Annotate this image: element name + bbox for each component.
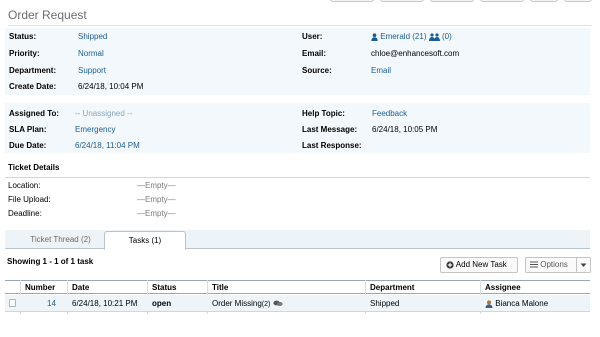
task-number[interactable]: 14 (47, 295, 56, 312)
options-button[interactable]: Options (525, 257, 591, 273)
add-new-task-button[interactable]: Add New Task (440, 257, 518, 273)
sla-plan-label: SLA Plan: (9, 125, 47, 134)
toolbar-button-2[interactable] (380, 0, 424, 2)
column-status[interactable]: Status (152, 281, 176, 295)
email-label: Email: (302, 49, 327, 58)
last-response-label: Last Response: (302, 141, 362, 150)
due-date-label: Due Date: (9, 141, 47, 150)
email-value: chloe@enhancesoft.com (371, 49, 460, 58)
title-divider (8, 25, 592, 26)
location-value: —Empty— (137, 181, 176, 190)
assigned-to-value[interactable]: -- Unassigned -- (75, 108, 132, 120)
deadline-label: Deadline: (8, 209, 42, 218)
status-label: Status: (9, 32, 37, 41)
tasks-table-header: Number Date Status Title Department Assi… (5, 280, 590, 294)
department-value[interactable]: Support (78, 65, 106, 77)
location-label: Location: (8, 181, 41, 190)
toolbar-button-4[interactable] (480, 0, 524, 2)
file-upload-label: File Upload: (8, 195, 51, 204)
create-date-value: 6/24/18, 10:04 PM (78, 82, 144, 91)
tab-ticket-thread[interactable]: Ticket Thread (2) (19, 231, 102, 249)
task-count-summary: Showing 1 - 1 of 1 task (7, 257, 94, 266)
task-title-text[interactable]: Order Missing (212, 299, 262, 308)
user-label: User: (302, 32, 323, 41)
column-assignee[interactable]: Assignee (485, 281, 521, 295)
options-separator (576, 258, 577, 272)
page-title: Order Request (8, 8, 87, 22)
collaborator-count[interactable]: (0) (442, 32, 452, 41)
due-date-value[interactable]: 6/24/18, 11:04 PM (75, 140, 140, 152)
department-label: Department: (9, 66, 57, 75)
toolbar-button-5[interactable] (530, 0, 558, 2)
options-label: Options (540, 260, 568, 269)
help-topic-value[interactable]: Feedback (372, 108, 407, 120)
task-date: 6/24/18, 10:21 PM (72, 299, 138, 308)
toolbar-button-3[interactable] (430, 0, 474, 2)
comments-icon (272, 299, 283, 308)
ticket-details-divider (5, 177, 590, 178)
create-date-label: Create Date: (9, 82, 57, 91)
toolbar-button-1[interactable] (330, 0, 374, 2)
user-value[interactable]: Emerald (21) (0) (371, 31, 452, 43)
assigned-to-label: Assigned To: (9, 109, 60, 118)
ticket-details-heading: Ticket Details (8, 163, 60, 172)
tab-tasks[interactable]: Tasks (1) (104, 231, 186, 250)
file-upload-value: —Empty— (137, 195, 176, 204)
priority-label: Priority: (9, 49, 40, 58)
task-department: Shipped (370, 299, 400, 308)
list-icon (530, 260, 538, 269)
task-title[interactable]: Order Missing(2) (212, 295, 283, 312)
user-name[interactable]: Emerald (380, 32, 410, 41)
caret-down-icon[interactable] (580, 258, 587, 272)
table-row[interactable]: 14 6/24/18, 10:21 PM open Order Missing(… (5, 295, 590, 312)
source-label: Source: (302, 66, 332, 75)
source-value[interactable]: Email (371, 65, 391, 77)
sla-plan-value[interactable]: Emergency (75, 124, 115, 136)
column-title[interactable]: Title (212, 281, 228, 295)
user-icon (371, 32, 378, 41)
row-checkbox[interactable] (9, 299, 16, 307)
priority-value[interactable]: Normal (78, 48, 104, 60)
plus-icon (446, 260, 454, 269)
last-message-value: 6/24/18, 10:05 PM (372, 125, 438, 134)
add-new-task-label: Add New Task (455, 260, 507, 269)
task-status: open (152, 299, 172, 308)
task-assignee-name: Bianca Malone (495, 299, 549, 308)
last-message-label: Last Message: (302, 125, 358, 134)
status-value[interactable]: Shipped (78, 31, 107, 43)
help-topic-label: Help Topic: (302, 109, 345, 118)
group-icon[interactable] (428, 32, 440, 41)
deadline-value: —Empty— (137, 209, 176, 218)
column-number[interactable]: Number (25, 281, 55, 295)
task-assignee: Bianca Malone (485, 295, 548, 312)
column-date[interactable]: Date (72, 281, 89, 295)
person-icon (485, 299, 493, 308)
user-ticket-count: (21) (412, 32, 427, 41)
task-thread-count: (2) (261, 301, 271, 308)
column-department[interactable]: Department (370, 281, 414, 295)
toolbar-button-6[interactable] (564, 0, 592, 2)
